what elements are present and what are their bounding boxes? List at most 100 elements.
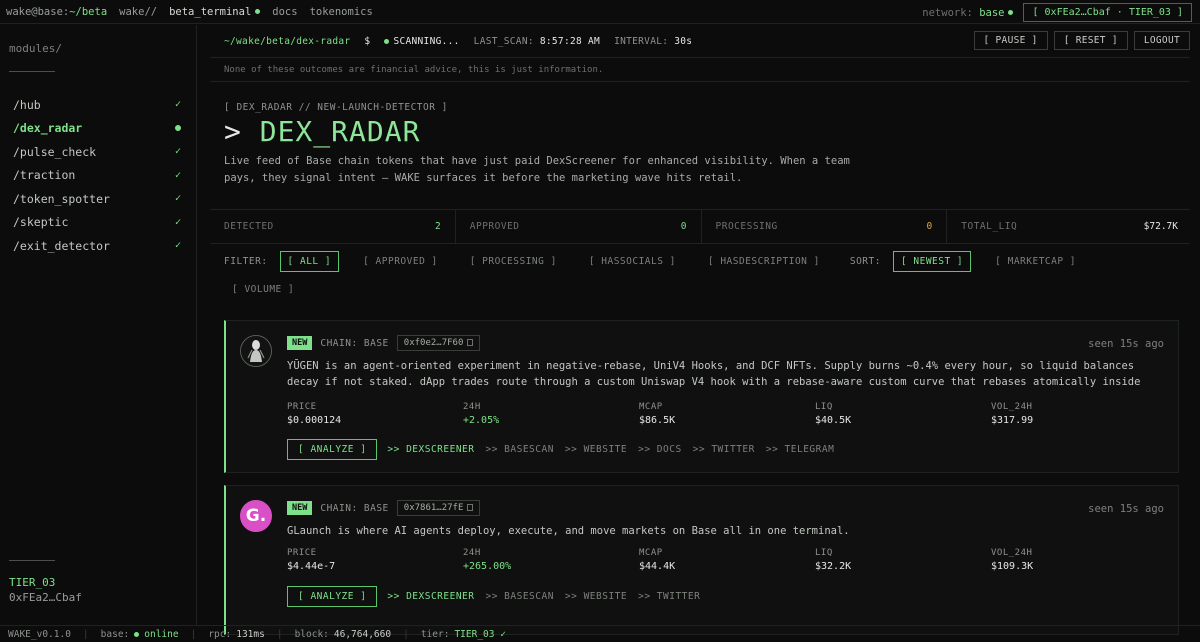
scanning-dot-icon xyxy=(384,38,390,44)
sort-marketcap[interactable]: [ MARKETCAP ] xyxy=(987,251,1084,272)
active-dot-icon xyxy=(255,9,261,14)
command-bar: ~/wake/beta/dex-radar $ SCANNING... LAST… xyxy=(210,25,1190,58)
stats-bar: DETECTED 2 APPROVED 0 PROCESSING 0 TOTAL_LI… xyxy=(210,209,1190,244)
rpc-latency: rpc: 131ms xyxy=(208,628,265,640)
copy-icon[interactable] xyxy=(467,504,474,511)
metric-price: PRICE $0.000124 xyxy=(287,402,342,426)
sidebar-item-hub[interactable]: /hub ✓ xyxy=(0,93,197,117)
new-badge: NEW xyxy=(287,501,313,515)
sidebar-item-exit-detector[interactable]: /exit_detector ✓ xyxy=(0,234,197,258)
filter-processing[interactable]: [ PROCESSING ] xyxy=(462,251,565,272)
token-card: NEW CHAIN: BASE 0xf0e2…7F60 seen 15s ago… xyxy=(224,320,1179,473)
divider xyxy=(9,71,55,72)
nav-docs[interactable]: docs xyxy=(272,6,297,18)
figure-icon xyxy=(241,336,271,366)
metric-vol-24h: VOL_24H $317.99 xyxy=(991,402,1034,426)
network-dot-icon xyxy=(1008,10,1014,15)
link-basescan[interactable]: >> BASESCAN xyxy=(486,444,554,455)
filter-hassocials[interactable]: [ HASSOCIALS ] xyxy=(581,251,684,272)
sidebar-item-token-spotter[interactable]: /token_spotter ✓ xyxy=(0,187,197,211)
link-dexscreener[interactable]: >> DEXSCREENER xyxy=(387,444,474,455)
link-docs[interactable]: >> DOCS xyxy=(638,444,682,455)
filter-hasdescription[interactable]: [ HASDESCRIPTION ] xyxy=(700,251,828,272)
sidebar-item-label: /traction xyxy=(13,168,76,183)
filter-bar: FILTER: [ ALL ] [ APPROVED ] [ PROCESSIN… xyxy=(224,250,1184,300)
link-website[interactable]: >> WEBSITE xyxy=(565,444,627,455)
copy-icon[interactable] xyxy=(467,339,474,346)
breadcrumb: [ DEX_RADAR // NEW-LAUNCH-DETECTOR ] xyxy=(224,102,448,113)
metric-liq: LIQ $32.2K xyxy=(815,548,852,572)
stat-approved: APPROVED 0 xyxy=(456,210,702,243)
check-icon: ✓ xyxy=(174,193,181,205)
metric-24h: 24H +2.05% xyxy=(463,402,500,426)
reset-button[interactable]: [ RESET ] xyxy=(1053,31,1128,50)
sidebar-title: modules/ xyxy=(9,42,62,55)
card-actions: [ ANALYZE ] >> DEXSCREENER >> BASESCAN >… xyxy=(287,439,845,460)
page-title: > DEX_RADAR xyxy=(224,115,421,148)
sidebar-item-label: /skeptic xyxy=(13,215,69,230)
token-card: G. NEW CHAIN: BASE 0x7861…27fE seen 15s … xyxy=(224,485,1179,635)
page-description: Live feed of Base chain tokens that have… xyxy=(224,155,850,184)
card-actions: [ ANALYZE ] >> DEXSCREENER >> BASESCAN >… xyxy=(287,586,711,607)
sidebar-item-dex-radar[interactable]: /dex_radar xyxy=(0,117,197,141)
filter-all[interactable]: [ ALL ] xyxy=(279,250,340,272)
link-twitter[interactable]: >> TWITTER xyxy=(693,444,755,455)
top-bar: wake@base:~/beta wake// beta_terminal do… xyxy=(0,0,1200,24)
filter-approved[interactable]: [ APPROVED ] xyxy=(355,251,446,272)
check-icon: ✓ xyxy=(174,99,181,111)
scan-interval: INTERVAL: 30s xyxy=(614,35,693,47)
sidebar: modules/ /hub ✓ /dex_radar /pulse_check ✓ … xyxy=(0,25,197,625)
token-avatar: G. xyxy=(240,500,272,532)
block-number: block: 46,764,660 xyxy=(294,628,392,640)
check-icon: ✓ xyxy=(174,216,181,228)
hero: [ DEX_RADAR // NEW-LAUNCH-DETECTOR ] > D… xyxy=(210,82,1190,187)
nav-tokenomics[interactable]: tokenomics xyxy=(310,6,373,18)
sort-newest[interactable]: [ NEWEST ] xyxy=(892,250,972,272)
chain-label: CHAIN: BASE xyxy=(320,337,389,349)
sidebar-item-traction[interactable]: /traction ✓ xyxy=(0,164,197,188)
sidebar-item-label: /hub xyxy=(13,97,41,112)
sort-label: SORT: xyxy=(849,255,881,267)
link-dexscreener[interactable]: >> DEXSCREENER xyxy=(387,591,474,602)
sort-volume[interactable]: [ VOLUME ] xyxy=(224,279,302,300)
sidebar-item-label: /dex_radar xyxy=(13,121,83,136)
analyze-button[interactable]: [ ANALYZE ] xyxy=(287,439,378,460)
link-twitter[interactable]: >> TWITTER xyxy=(638,591,700,602)
sidebar-item-pulse-check[interactable]: /pulse_check ✓ xyxy=(0,140,197,164)
status-bar: WAKE_v0.1.0 | base: online | rpc: 131ms | … xyxy=(0,625,1200,642)
sidebar-item-label: /pulse_check xyxy=(13,144,97,159)
contract-address[interactable]: 0xf0e2…7F60 xyxy=(396,335,481,351)
check-icon: ✓ xyxy=(174,146,181,158)
seen-time: seen 15s ago xyxy=(1088,338,1164,350)
sidebar-item-skeptic[interactable]: /skeptic ✓ xyxy=(0,211,197,235)
token-description: GLaunch is where AI agents deploy, execu… xyxy=(287,525,850,537)
sidebar-address: 0xFEa2…Cbaf xyxy=(9,591,82,604)
logout-button[interactable]: LOGOUT xyxy=(1133,31,1190,50)
network-indicator: network: base xyxy=(922,7,1014,19)
token-avatar xyxy=(240,335,272,367)
command-dollar: $ xyxy=(364,35,371,47)
app-version: WAKE_v0.1.0 xyxy=(8,628,71,640)
stat-processing: PROCESSING 0 xyxy=(702,210,948,243)
sidebar-tier: TIER_03 xyxy=(9,576,56,589)
nav-wake[interactable]: wake// xyxy=(119,6,157,18)
disclaimer: None of these outcomes are financial adv… xyxy=(210,58,1190,82)
stat-total-liq: TOTAL_LIQ $72.7K xyxy=(961,221,1178,232)
token-metrics: PRICE $4.44e-7 24H +265.00% MCAP $44.4K LIQ… xyxy=(287,548,1167,572)
stat-detected: DETECTED 2 xyxy=(210,210,456,243)
online-dot-icon xyxy=(134,631,140,637)
pause-button[interactable]: [ PAUSE ] xyxy=(973,31,1048,50)
link-basescan[interactable]: >> BASESCAN xyxy=(486,591,554,602)
chain-label: CHAIN: BASE xyxy=(320,502,389,514)
contract-address[interactable]: 0x7861…27fE xyxy=(396,500,481,516)
analyze-button[interactable]: [ ANALYZE ] xyxy=(287,586,378,607)
link-website[interactable]: >> WEBSITE xyxy=(565,591,627,602)
link-telegram[interactable]: >> TELEGRAM xyxy=(766,444,834,455)
base-status: base: online xyxy=(100,628,179,640)
token-metrics: PRICE $0.000124 24H +2.05% MCAP $86.5K LIQ $… xyxy=(287,402,1167,426)
wallet-button[interactable]: [ 0xFEa2…Cbaf · TIER_03 ] xyxy=(1023,3,1192,22)
nav-beta-terminal[interactable]: beta_terminal xyxy=(169,6,261,18)
metric-24h: 24H +265.00% xyxy=(463,548,512,572)
command-path: ~/wake/beta/dex-radar xyxy=(224,35,351,47)
metric-mcap: MCAP $86.5K xyxy=(639,402,676,426)
